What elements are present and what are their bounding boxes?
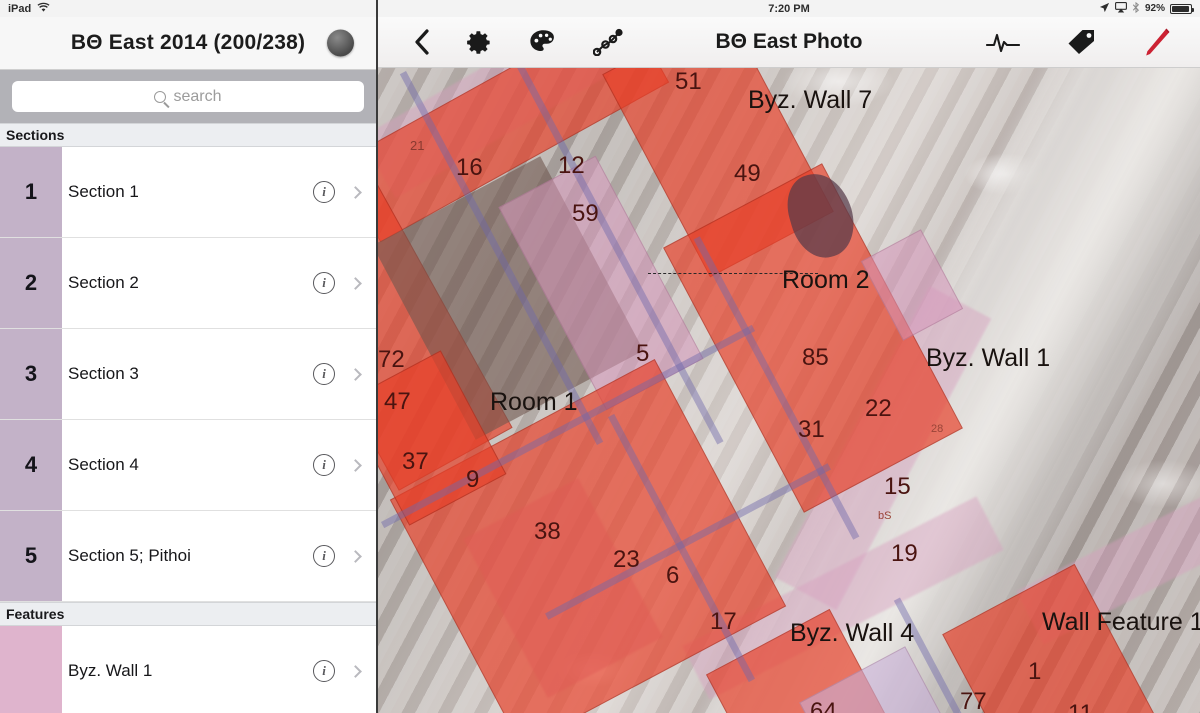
info-icon[interactable]: i (313, 545, 335, 567)
list-item[interactable]: 5 Section 5; Pithoi i (0, 511, 376, 602)
info-icon[interactable]: i (313, 363, 335, 385)
sidebar-item-label: Section 4 (68, 455, 139, 474)
chevron-right-icon[interactable] (349, 458, 362, 472)
page-title: BΘ East 2014 (200/238) (70, 31, 306, 54)
info-icon[interactable]: i (313, 660, 335, 682)
list-item[interactable]: 2 Section 2 i (0, 238, 376, 329)
info-icon[interactable]: i (313, 272, 335, 294)
search-bar-container: search (0, 70, 376, 123)
sidebar-item-label: Section 5; Pithoi (68, 546, 191, 565)
tag-icon[interactable] (1066, 28, 1096, 56)
bluetooth-icon (1132, 1, 1140, 16)
info-icon[interactable]: i (313, 181, 335, 203)
row-actions: i (313, 147, 376, 237)
search-input[interactable]: search (12, 81, 364, 112)
sidebar-list[interactable]: Sections 1 Section 1 i 2 Section 2 i 3 S… (0, 123, 376, 713)
sidebar-header: BΘ East 2014 (200/238) (0, 17, 376, 70)
palette-icon[interactable] (529, 29, 557, 55)
row-actions: i (313, 238, 376, 328)
wifi-icon (37, 2, 50, 16)
row-actions: i (313, 329, 376, 419)
group-header-sections: Sections (0, 123, 376, 147)
list-item[interactable]: 1 Section 1 i (0, 147, 376, 238)
path-nodes-icon[interactable] (593, 28, 625, 56)
status-clock: 7:20 PM (768, 2, 810, 15)
photo-title: BΘ East Photo (715, 30, 863, 53)
sidebar-item-label: Section 3 (68, 364, 139, 383)
status-icon-group: 92% (1099, 1, 1194, 16)
sidebar-item-label: Section 2 (68, 273, 139, 292)
battery-icon (1170, 3, 1194, 14)
info-icon[interactable]: i (313, 454, 335, 476)
plan-leader-line (648, 273, 818, 274)
chevron-right-icon[interactable] (349, 367, 362, 381)
device-label: iPad (8, 2, 32, 15)
row-actions: i (313, 420, 376, 510)
location-arrow-icon (1099, 2, 1110, 16)
photo-pane: 7:20 PM 92% BΘ East Photo Byz. Wall 7 Ro… (378, 0, 1200, 713)
section-color-swatch: 1 (0, 147, 62, 237)
section-color-swatch: 5 (0, 511, 62, 601)
list-item[interactable]: 3 Section 3 i (0, 329, 376, 420)
group-header-features: Features (0, 602, 376, 626)
search-icon (154, 90, 167, 103)
feature-color-swatch (0, 626, 62, 713)
sidebar-item-label: Byz. Wall 1 (68, 661, 153, 680)
pencil-icon[interactable] (1142, 26, 1172, 58)
main-status-bar: 7:20 PM 92% (378, 0, 1200, 17)
chevron-right-icon[interactable] (349, 185, 362, 199)
waveform-icon[interactable] (986, 29, 1020, 55)
list-item[interactable]: 4 Section 4 i (0, 420, 376, 511)
gear-icon[interactable] (466, 29, 493, 56)
sidebar: iPad BΘ East 2014 (200/238) search Secti… (0, 0, 378, 713)
photo-toolbar: BΘ East Photo (378, 17, 1200, 68)
search-placeholder: search (173, 87, 222, 105)
chevron-right-icon[interactable] (349, 276, 362, 290)
chevron-right-icon[interactable] (349, 549, 362, 563)
row-actions: i (313, 511, 376, 601)
sidebar-status-bar: iPad (0, 0, 376, 17)
section-color-swatch: 4 (0, 420, 62, 510)
site-plan-canvas[interactable]: Byz. Wall 7 Room 1 Room 2 Byz. Wall 1 Byz. W… (378, 68, 1200, 713)
back-button[interactable] (414, 29, 430, 55)
battery-percent: 92% (1144, 3, 1165, 14)
toolbar-right-group (986, 26, 1172, 58)
list-item[interactable]: Byz. Wall 1 i (0, 626, 376, 713)
toolbar-left-group (378, 28, 625, 56)
sidebar-item-label: Section 1 (68, 182, 139, 201)
section-color-swatch: 3 (0, 329, 62, 419)
chevron-right-icon[interactable] (349, 664, 362, 678)
app-root: iPad BΘ East 2014 (200/238) search Secti… (0, 0, 1200, 713)
section-color-swatch: 2 (0, 238, 62, 328)
airplay-icon (1115, 1, 1127, 16)
row-actions: i (313, 626, 376, 713)
globe-orb-button[interactable] (327, 29, 354, 57)
